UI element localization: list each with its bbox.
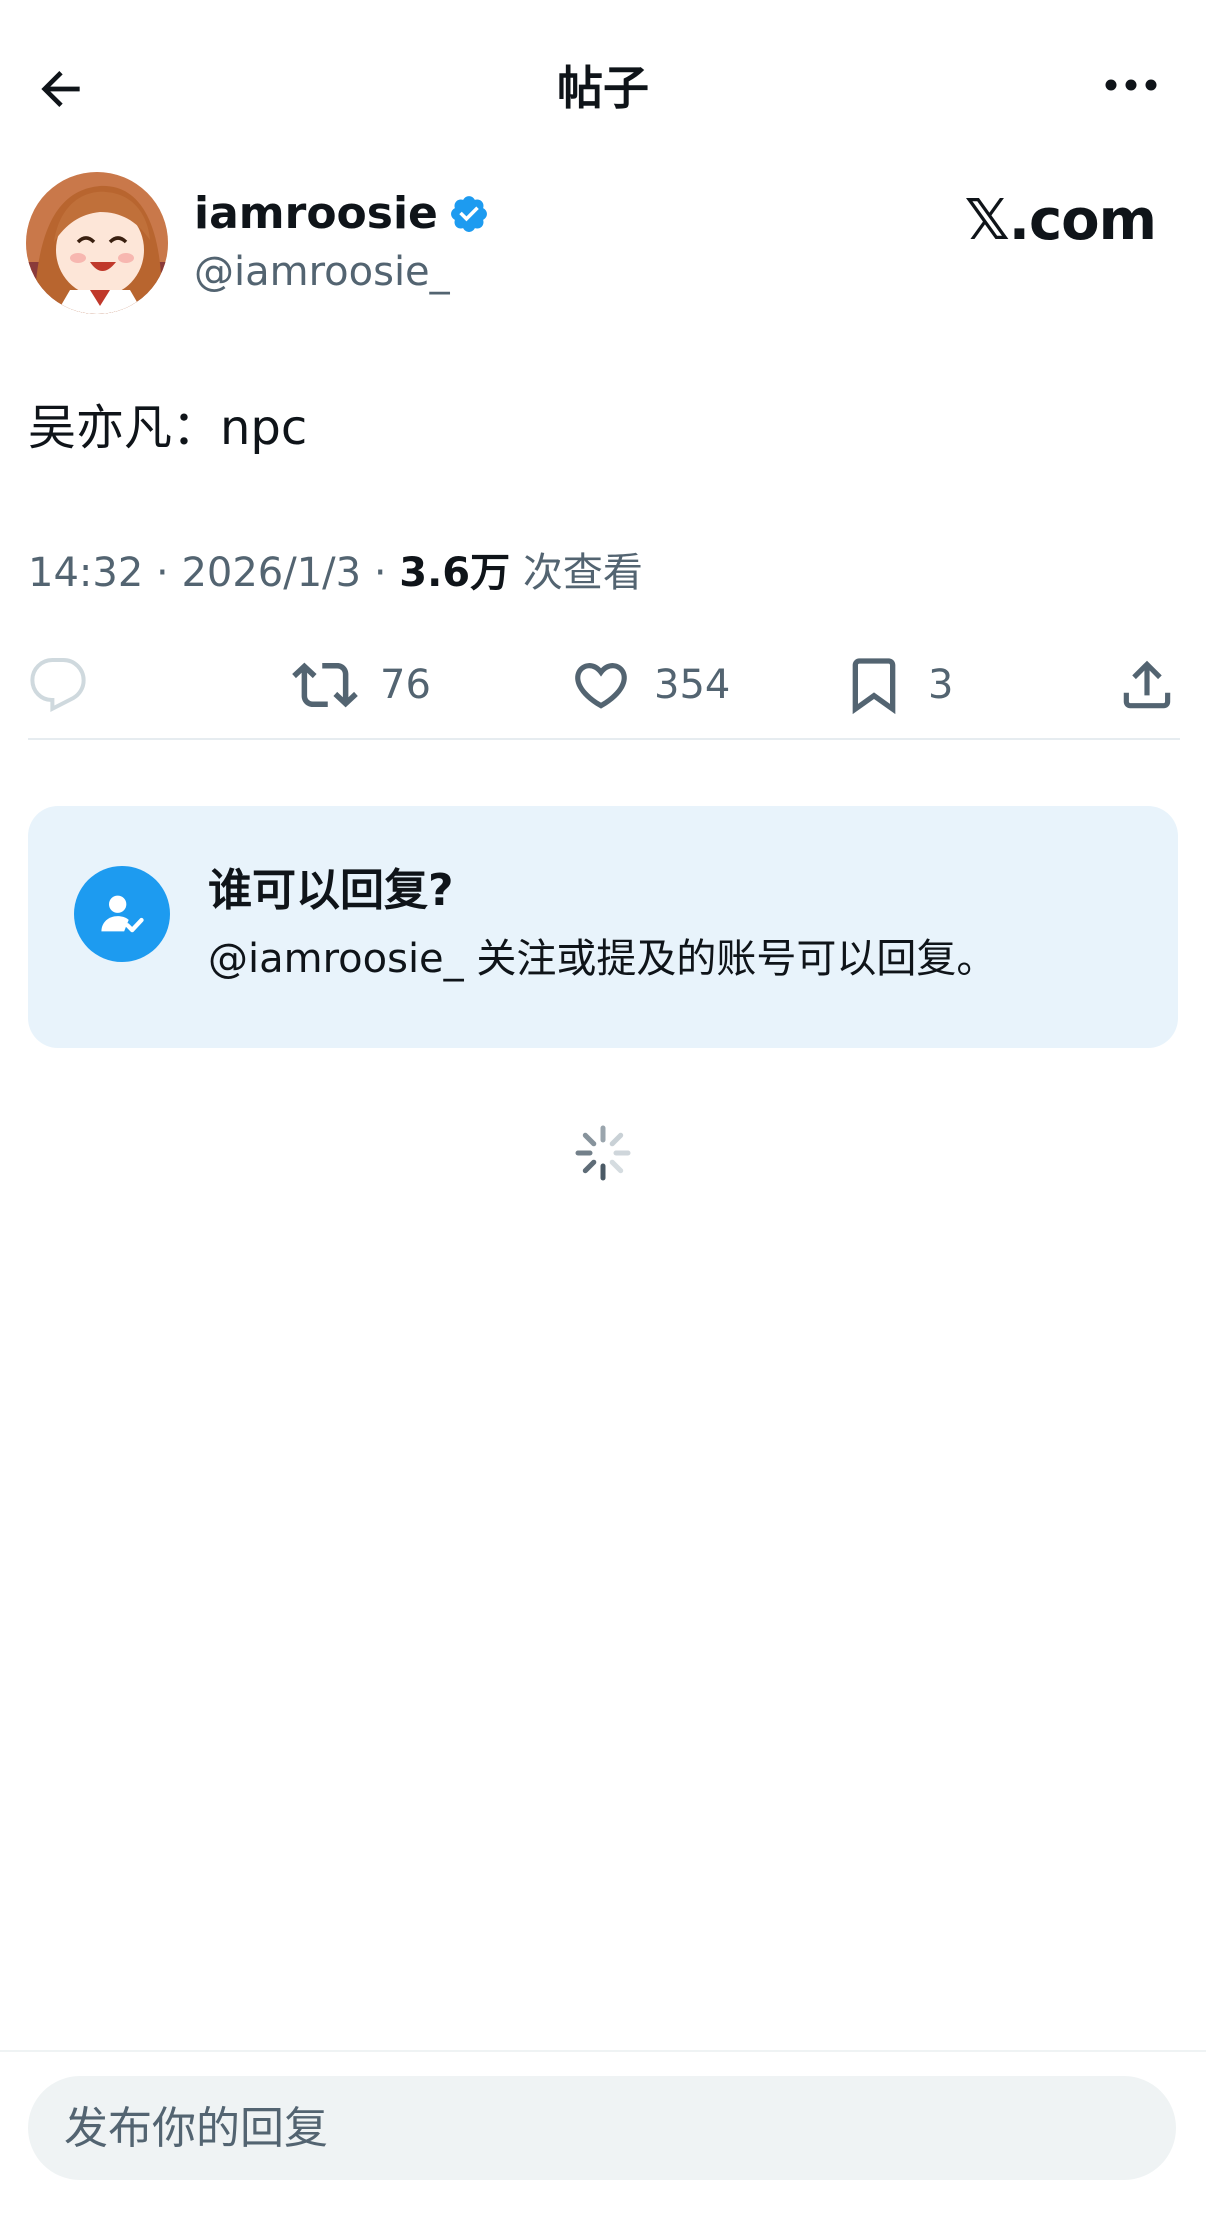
post-date[interactable]: 2026/1/3 [181, 550, 361, 596]
post-meta: 14:32 · 2026/1/3 · 3.6万 次查看 [28, 546, 643, 600]
share-icon [1123, 660, 1171, 709]
who-can-reply-description: @iamroosie_ 关注或提及的账号可以回复。 [208, 936, 997, 982]
more-horizontal-icon [1105, 79, 1157, 91]
more-button[interactable] [1096, 60, 1166, 110]
loading-spinner-icon [575, 1125, 631, 1181]
user-check-icon [74, 866, 170, 962]
avatar[interactable] [26, 172, 168, 314]
post-time[interactable]: 14:32 [28, 550, 143, 596]
like-button[interactable]: 354 [570, 650, 730, 720]
bookmark-icon [852, 658, 896, 715]
bookmark-count: 3 [928, 662, 954, 708]
bookmark-button[interactable]: 3 [842, 650, 953, 720]
x-com-watermark: 𝕏.com [964, 188, 1157, 253]
retweet-button[interactable]: 76 [292, 650, 431, 720]
reply-input[interactable] [28, 2076, 1176, 2180]
top-bar: 帖子 [0, 0, 1206, 170]
composer-divider [0, 2050, 1206, 2052]
meta-separator: · [373, 550, 387, 596]
reply-button[interactable] [28, 650, 110, 720]
author-display-name[interactable]: iamroosie [194, 186, 490, 242]
views-label: 次查看 [522, 550, 643, 596]
author-handle[interactable]: @iamroosie_ [194, 246, 450, 298]
retweet-count: 76 [380, 662, 431, 708]
display-name-text: iamroosie [194, 188, 438, 239]
reply-icon [30, 658, 86, 713]
page-title: 帖子 [557, 61, 649, 115]
heart-icon [575, 663, 627, 709]
like-count: 354 [654, 662, 731, 708]
verified-badge-icon [450, 196, 487, 232]
anime-girl-avatar [26, 172, 168, 314]
retweet-icon [292, 662, 358, 708]
views-count[interactable]: 3.6万 [399, 550, 510, 596]
meta-separator: · [156, 550, 169, 596]
share-button[interactable] [1116, 650, 1178, 720]
who-can-reply-title: 谁可以回复? [208, 865, 454, 916]
who-can-reply-card: 谁可以回复? @iamroosie_ 关注或提及的账号可以回复。 [28, 806, 1178, 1048]
divider [28, 738, 1180, 740]
action-bar: 76 354 3 [0, 650, 1206, 720]
post-detail-page: 帖子 iamroosie @iamroosie_ 𝕏.com 吴亦凡：npc 1… [0, 0, 1206, 2220]
post-text: 吴亦凡：npc [28, 400, 308, 456]
